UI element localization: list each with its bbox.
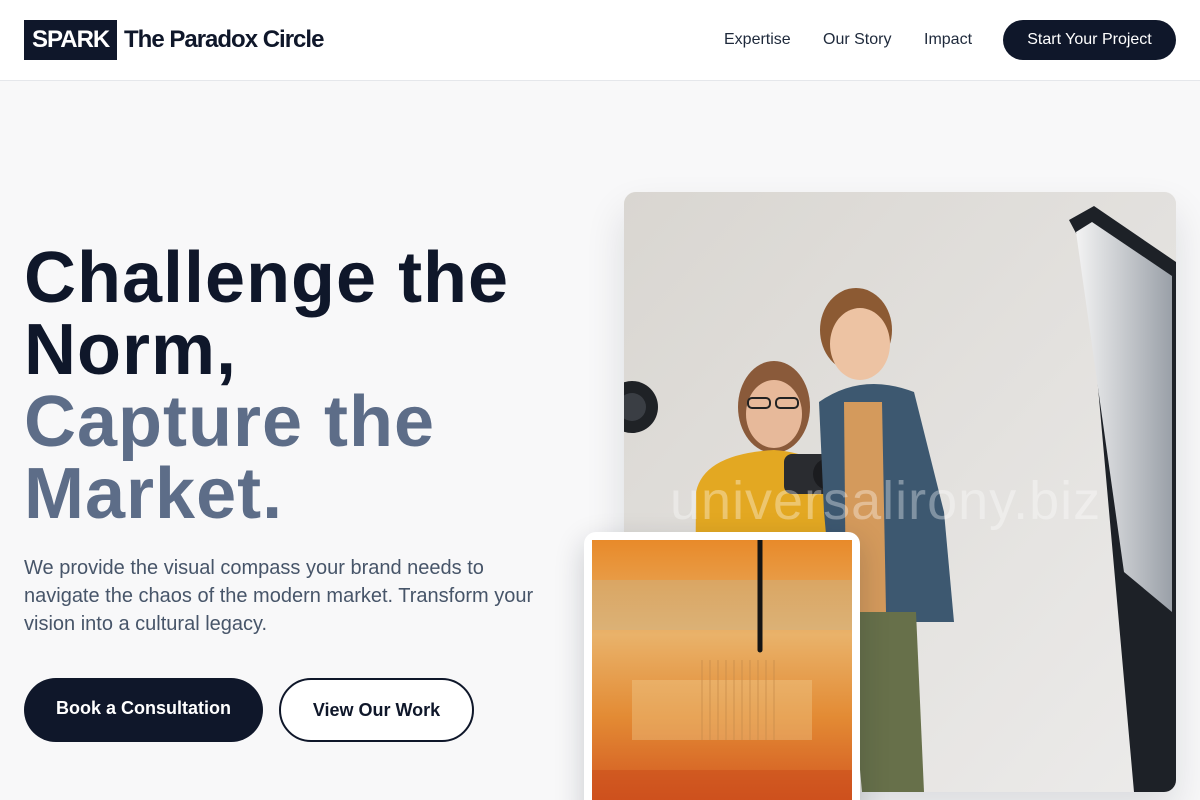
headline-line-3: Capture the bbox=[24, 382, 436, 462]
nav-our-story[interactable]: Our Story bbox=[823, 20, 891, 60]
artwork-card bbox=[584, 532, 860, 800]
nav-impact[interactable]: Impact bbox=[924, 20, 972, 60]
site-header: SPARK The Paradox Circle Expertise Our S… bbox=[0, 0, 1200, 81]
brand-name[interactable]: The Paradox Circle bbox=[124, 20, 324, 60]
hero-subtext: We provide the visual compass your brand… bbox=[24, 557, 534, 635]
nav-expertise[interactable]: Expertise bbox=[724, 20, 791, 60]
book-consultation-button[interactable]: Book a Consultation bbox=[24, 678, 263, 742]
headline-line-1: Challenge the bbox=[24, 238, 510, 318]
artwork-image bbox=[592, 540, 852, 800]
view-work-button[interactable]: View Our Work bbox=[279, 678, 474, 742]
logo[interactable]: SPARK bbox=[24, 20, 118, 60]
abstract-painting bbox=[592, 540, 852, 800]
start-project-button[interactable]: Start Your Project bbox=[1003, 20, 1176, 60]
watermark-text: universalirony.biz bbox=[670, 471, 1102, 531]
hero-headline: Challenge the Norm, Capture the Market. bbox=[24, 242, 584, 530]
headline-line-2: Norm, bbox=[24, 310, 238, 390]
headline-line-4: Market. bbox=[24, 454, 284, 534]
